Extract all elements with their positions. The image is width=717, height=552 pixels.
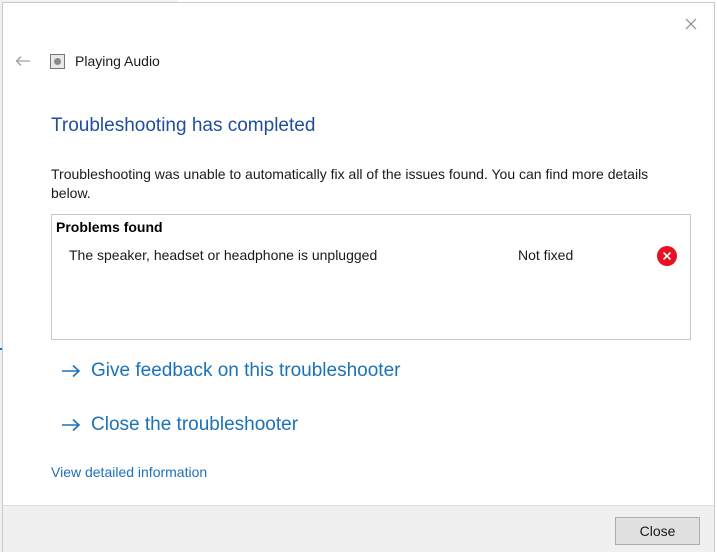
give-feedback-label: Give feedback on this troubleshooter — [91, 360, 401, 381]
close-troubleshooter-label: Close the troubleshooter — [91, 414, 299, 435]
back-button[interactable] — [13, 53, 33, 69]
problem-row: The speaker, headset or headphone is unp… — [52, 245, 690, 267]
error-icon — [657, 246, 677, 266]
close-icon — [685, 18, 697, 30]
problems-found-panel: Problems found The speaker, headset or h… — [51, 214, 691, 340]
close-button[interactable]: Close — [615, 517, 700, 545]
back-arrow-icon — [15, 56, 30, 66]
arrow-right-icon — [61, 363, 83, 379]
window-title: Playing Audio — [75, 53, 160, 69]
dialog-footer: Close — [3, 505, 714, 552]
close-troubleshooter-link[interactable]: Close the troubleshooter — [61, 414, 298, 436]
troubleshooter-dialog: Playing Audio Troubleshooting has comple… — [2, 2, 715, 552]
arrow-right-icon — [61, 417, 83, 433]
problem-status: Not fixed — [518, 247, 574, 263]
audio-troubleshooter-icon — [50, 54, 65, 69]
page-heading: Troubleshooting has completed — [51, 115, 316, 136]
problems-found-header: Problems found — [56, 219, 163, 235]
problem-name: The speaker, headset or headphone is unp… — [69, 247, 378, 263]
view-detailed-information-link[interactable]: View detailed information — [51, 464, 207, 480]
give-feedback-link[interactable]: Give feedback on this troubleshooter — [61, 360, 400, 382]
close-window-button[interactable] — [680, 13, 702, 35]
page-description: Troubleshooting was unable to automatica… — [51, 166, 649, 201]
